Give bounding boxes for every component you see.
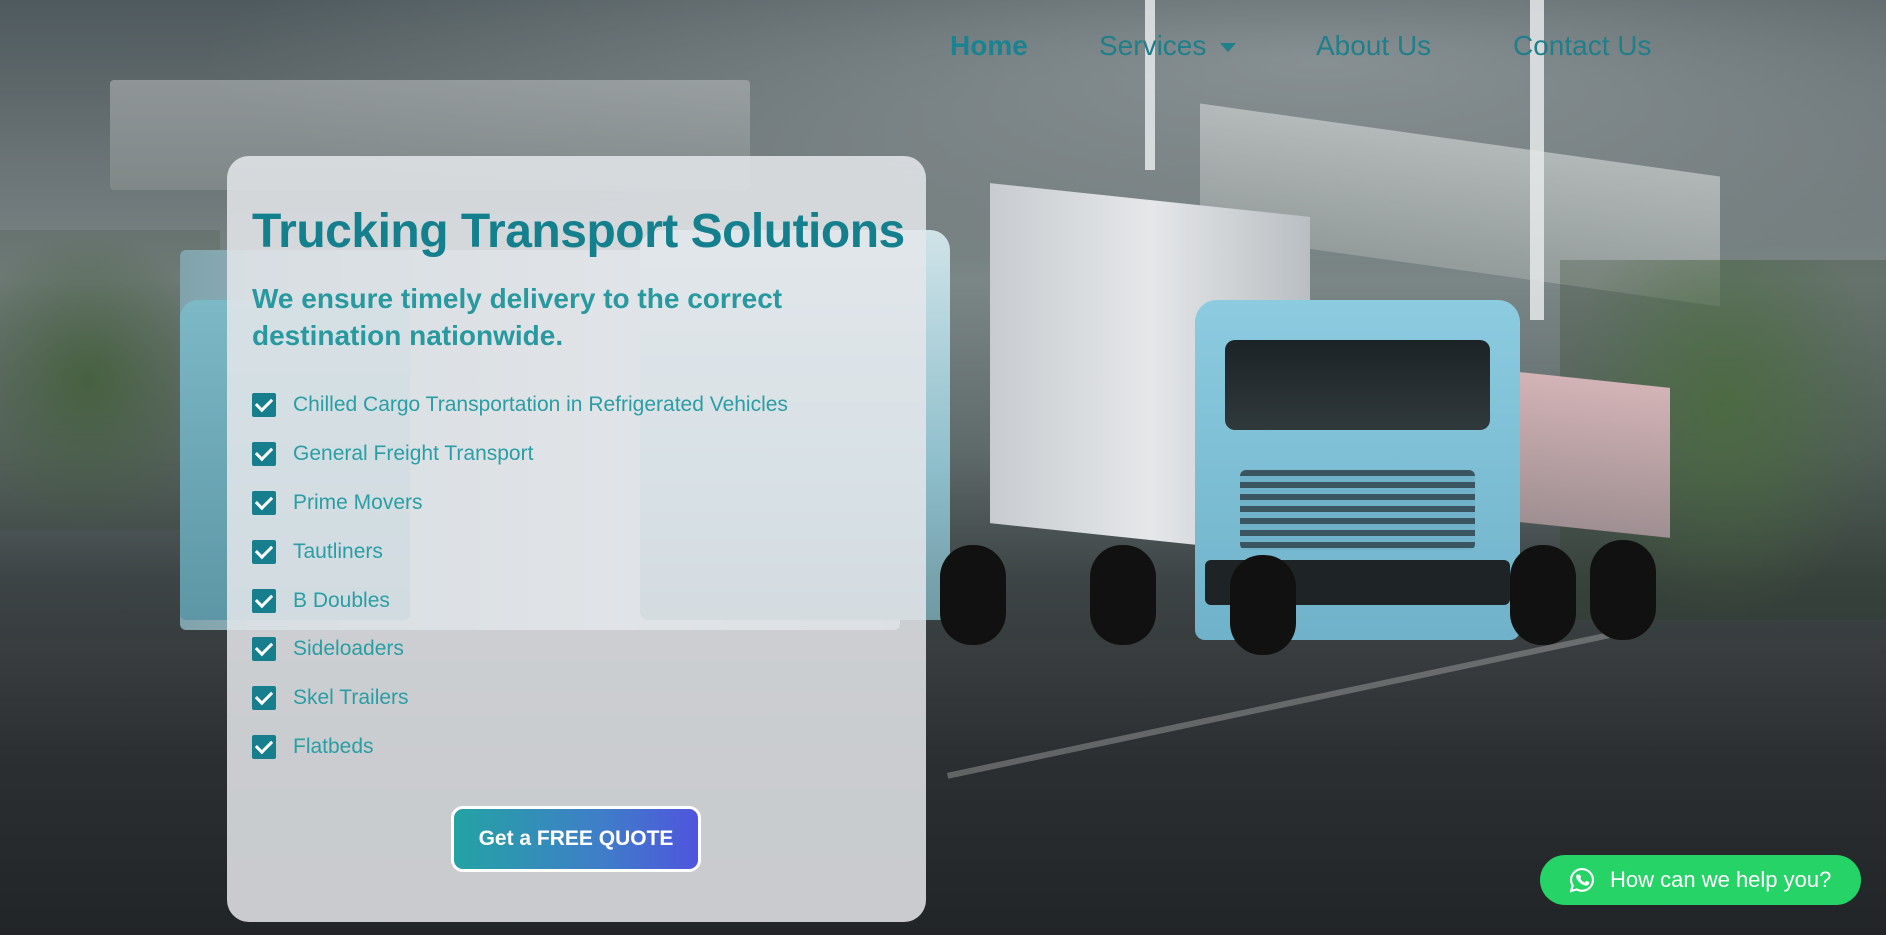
hero-section: Home Services About Us Contact Us Trucki…: [0, 0, 1886, 935]
list-item: B Doubles: [252, 576, 788, 625]
checkbox-icon: [252, 734, 276, 759]
checkbox-icon: [252, 539, 276, 564]
services-list: Chilled Cargo Transportation in Refriger…: [252, 381, 788, 771]
nav-services[interactable]: Services: [1099, 30, 1237, 62]
chevron-down-icon: [1220, 43, 1237, 53]
page-title: Trucking Transport Solutions: [252, 205, 905, 258]
list-item: Tautliners: [252, 527, 788, 576]
nav-services-label: Services: [1099, 30, 1207, 61]
hero-card: Trucking Transport Solutions We ensure t…: [227, 156, 926, 922]
nav-about-us[interactable]: About Us: [1316, 30, 1431, 62]
whatsapp-icon: [1569, 868, 1594, 893]
list-item: Flatbeds: [252, 723, 788, 772]
checkbox-icon: [252, 588, 276, 613]
nav-home[interactable]: Home: [950, 30, 1028, 62]
list-item: Sideloaders: [252, 625, 788, 674]
whatsapp-chat-button[interactable]: How can we help you?: [1540, 855, 1861, 905]
list-item: Prime Movers: [252, 479, 788, 528]
list-item-label: General Freight Transport: [293, 442, 534, 466]
main-navigation: Home Services About Us Contact Us: [0, 30, 1886, 70]
checkbox-icon: [252, 442, 276, 467]
list-item-label: B Doubles: [293, 588, 390, 612]
checkbox-icon: [252, 686, 276, 711]
list-item-label: Prime Movers: [293, 490, 423, 514]
checkbox-icon: [252, 637, 276, 662]
list-item-label: Tautliners: [293, 539, 383, 563]
hero-subtitle: We ensure timely delivery to the correct…: [252, 283, 783, 351]
list-item: Skel Trailers: [252, 674, 788, 723]
free-quote-button[interactable]: Get a FREE QUOTE: [451, 806, 701, 872]
chat-label: How can we help you?: [1610, 867, 1832, 892]
list-item-label: Skel Trailers: [293, 686, 409, 710]
list-item-label: Sideloaders: [293, 637, 404, 661]
list-item: Chilled Cargo Transportation in Refriger…: [252, 381, 788, 430]
list-item: General Freight Transport: [252, 430, 788, 479]
checkbox-icon: [252, 393, 276, 418]
nav-contact-us[interactable]: Contact Us: [1513, 30, 1652, 62]
checkbox-icon: [252, 490, 276, 515]
list-item-label: Flatbeds: [293, 734, 374, 758]
list-item-label: Chilled Cargo Transportation in Refriger…: [293, 393, 788, 417]
